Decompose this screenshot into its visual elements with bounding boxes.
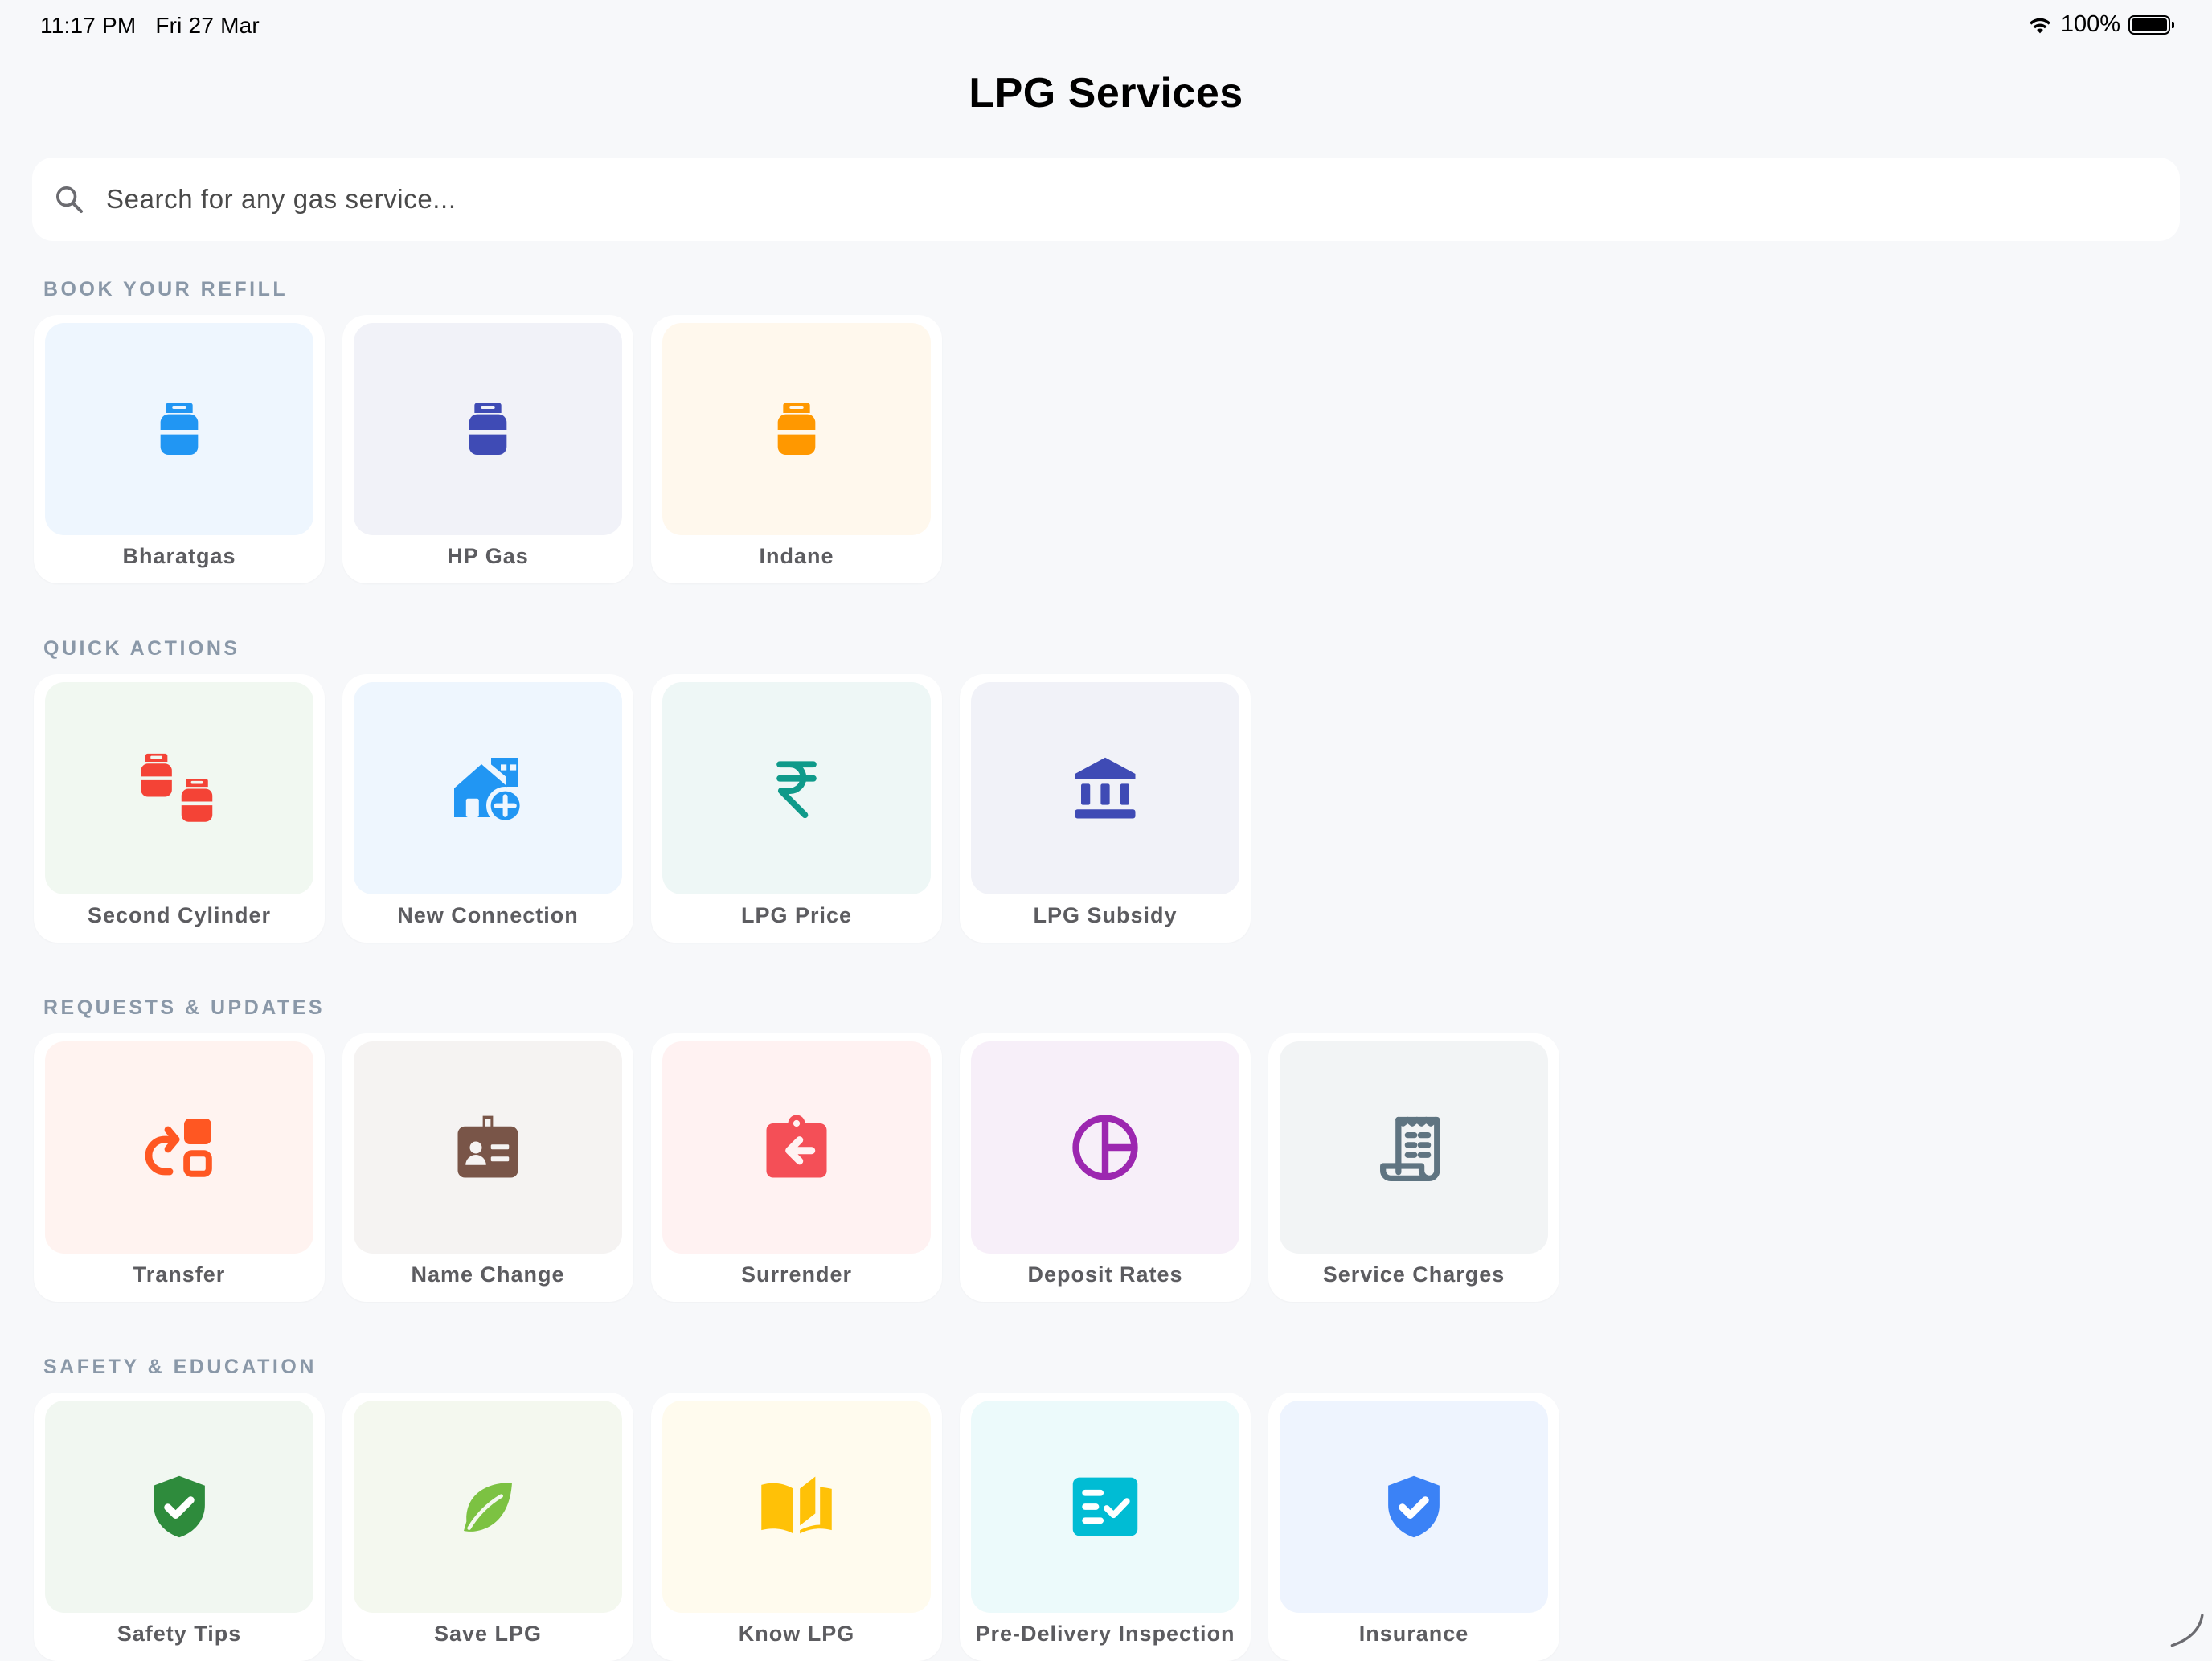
loading-spinner-icon xyxy=(2165,1612,2206,1652)
tile-second-cylinder[interactable]: Second Cylinder xyxy=(34,674,325,943)
tile-icon-bg xyxy=(354,1401,622,1613)
tile-label: Deposit Rates xyxy=(960,1262,1251,1287)
tile-insurance[interactable]: Insurance xyxy=(1268,1393,1559,1661)
gas-cylinder-icon xyxy=(147,397,211,461)
home-add-icon xyxy=(449,750,526,827)
receipt-icon xyxy=(1377,1111,1451,1184)
tile-safety-tips[interactable]: Safety Tips xyxy=(34,1393,325,1661)
wifi-icon xyxy=(2027,14,2053,35)
tile-label: Second Cylinder xyxy=(34,903,325,928)
tile-label: Surrender xyxy=(651,1262,942,1287)
tile-new-connection[interactable]: New Connection xyxy=(342,674,633,943)
tile-icon-bg xyxy=(971,682,1239,894)
page-title: LPG Services xyxy=(0,69,2212,117)
tile-label: HP Gas xyxy=(342,544,633,569)
tile-label: LPG Subsidy xyxy=(960,903,1251,928)
tile-label: Safety Tips xyxy=(34,1622,325,1647)
search-bar[interactable] xyxy=(32,158,2180,241)
tile-label: LPG Price xyxy=(651,903,942,928)
quick-actions-row: Second Cylinder New Connection LPG Pri xyxy=(34,674,1251,943)
tile-label: Insurance xyxy=(1268,1622,1559,1647)
battery-icon xyxy=(2128,15,2170,35)
tile-label: New Connection xyxy=(342,903,633,928)
tile-icon-bg xyxy=(354,1041,622,1254)
tile-service-charges[interactable]: Service Charges xyxy=(1268,1033,1559,1302)
tile-icon-bg xyxy=(1280,1041,1548,1254)
tile-label: Pre-Delivery Inspection xyxy=(960,1622,1251,1647)
book-refill-row: Bharatgas HP Gas Indane xyxy=(34,315,942,583)
clock-time: 11:17 PM xyxy=(40,13,136,38)
bank-icon xyxy=(1069,752,1141,824)
rupee-icon xyxy=(763,755,830,822)
tile-icon-bg xyxy=(662,682,931,894)
tile-icon-bg xyxy=(354,323,622,535)
tile-pre-delivery-inspection[interactable]: Pre-Delivery Inspection xyxy=(960,1393,1251,1661)
tile-deposit-rates[interactable]: Deposit Rates xyxy=(960,1033,1251,1302)
gas-cylinder-icon xyxy=(456,397,520,461)
tile-icon-bg xyxy=(662,1401,931,1613)
safety-education-row: Safety Tips Save LPG Know LPG xyxy=(34,1393,1559,1661)
tile-label: Save LPG xyxy=(342,1622,633,1647)
shield-check-icon xyxy=(1378,1471,1450,1543)
search-icon xyxy=(53,183,85,215)
section-title-safety-education: SAFETY & EDUCATION xyxy=(43,1356,317,1379)
search-input[interactable] xyxy=(106,184,2035,215)
section-title-requests-updates: REQUESTS & UPDATES xyxy=(43,996,325,1020)
tile-lpg-price[interactable]: LPG Price xyxy=(651,674,942,943)
tile-label: Transfer xyxy=(34,1262,325,1287)
tile-icon-bg xyxy=(971,1041,1239,1254)
section-title-quick-actions: QUICK ACTIONS xyxy=(43,637,240,661)
tile-icon-bg xyxy=(354,682,622,894)
tile-hp-gas[interactable]: HP Gas xyxy=(342,315,633,583)
book-icon xyxy=(756,1467,837,1547)
tile-icon-bg xyxy=(971,1401,1239,1613)
gas-cylinder-icon xyxy=(764,397,829,461)
surrender-icon xyxy=(760,1111,833,1184)
two-cylinders-icon xyxy=(135,744,223,833)
tile-name-change[interactable]: Name Change xyxy=(342,1033,633,1302)
checklist-icon xyxy=(1068,1470,1142,1544)
tile-icon-bg xyxy=(662,1041,931,1254)
leaf-icon xyxy=(456,1475,520,1539)
tile-icon-bg xyxy=(45,323,313,535)
tile-label: Indane xyxy=(651,544,942,569)
tile-icon-bg xyxy=(45,1041,313,1254)
status-time: 11:17 PM Fri 27 Mar xyxy=(40,13,260,39)
tile-surrender[interactable]: Surrender xyxy=(651,1033,942,1302)
clock-date: Fri 27 Mar xyxy=(155,13,260,38)
tile-label: Service Charges xyxy=(1268,1262,1559,1287)
section-title-book-refill: BOOK YOUR REFILL xyxy=(43,278,288,301)
battery-percent: 100% xyxy=(2061,11,2120,38)
status-indicators: 100% xyxy=(2027,11,2170,38)
pie-chart-icon xyxy=(1068,1111,1142,1184)
transfer-icon xyxy=(141,1109,218,1186)
tile-lpg-subsidy[interactable]: LPG Subsidy xyxy=(960,674,1251,943)
tile-icon-bg xyxy=(1280,1401,1548,1613)
tile-label: Know LPG xyxy=(651,1622,942,1647)
tile-icon-bg xyxy=(45,1401,313,1613)
id-badge-icon xyxy=(452,1111,524,1184)
tile-icon-bg xyxy=(45,682,313,894)
tile-save-lpg[interactable]: Save LPG xyxy=(342,1393,633,1661)
tile-icon-bg xyxy=(662,323,931,535)
tile-know-lpg[interactable]: Know LPG xyxy=(651,1393,942,1661)
tile-indane[interactable]: Indane xyxy=(651,315,942,583)
requests-updates-row: Transfer Name Change Surrender xyxy=(34,1033,1559,1302)
tile-label: Bharatgas xyxy=(34,544,325,569)
shield-check-icon xyxy=(143,1471,215,1543)
tile-transfer[interactable]: Transfer xyxy=(34,1033,325,1302)
status-bar: 11:17 PM Fri 27 Mar 100% xyxy=(0,0,2212,51)
tile-bharatgas[interactable]: Bharatgas xyxy=(34,315,325,583)
tile-label: Name Change xyxy=(342,1262,633,1287)
